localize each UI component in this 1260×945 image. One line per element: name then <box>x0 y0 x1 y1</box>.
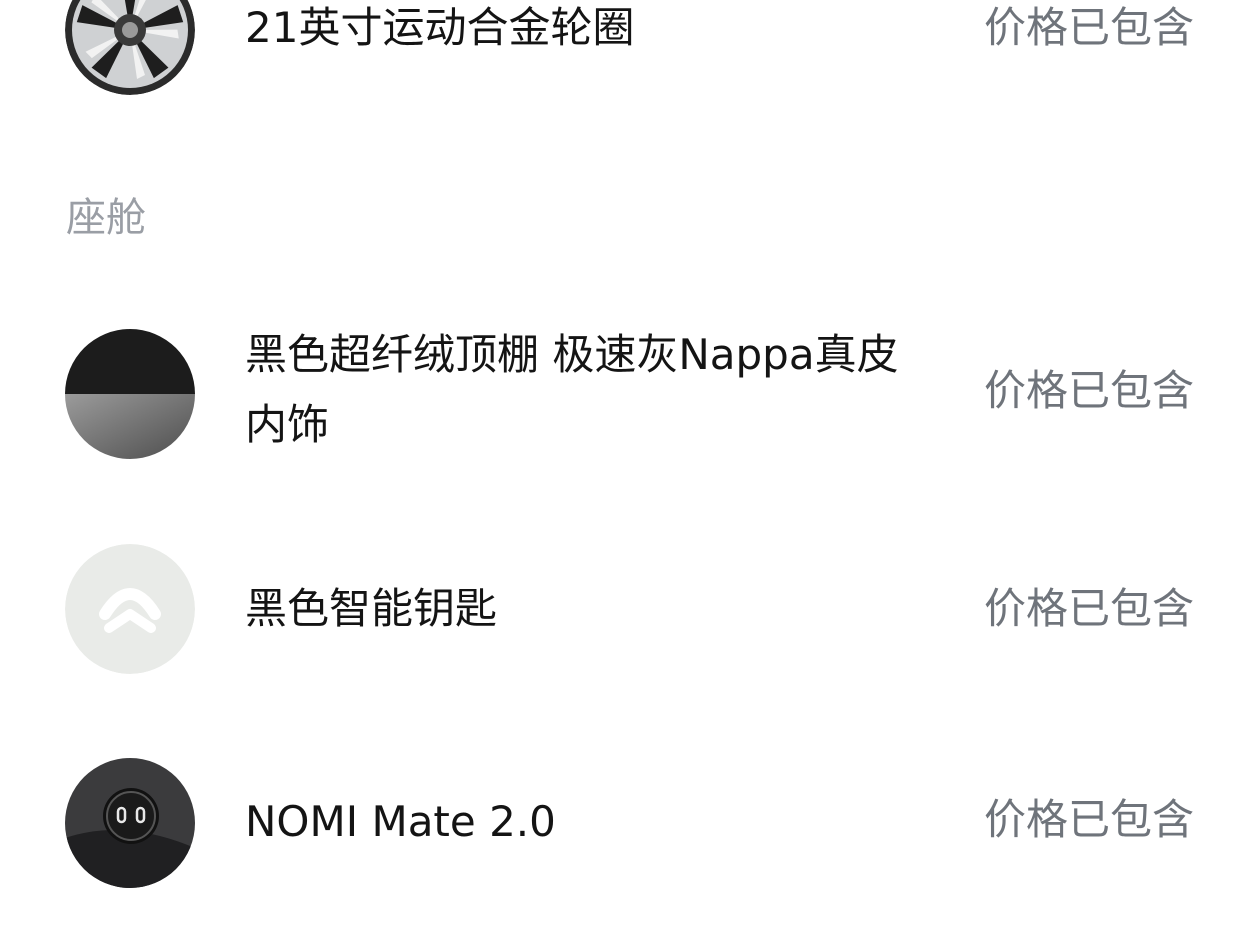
option-row-interior[interactable]: 黑色超纤绒顶棚 极速灰Nappa真皮内饰 价格已包含 <box>0 320 1260 470</box>
section-title-cabin: 座舱 <box>66 195 146 241</box>
alloy-wheel-icon <box>65 0 195 95</box>
price-included-label: 价格已包含 <box>983 366 1194 415</box>
option-row-wheel[interactable]: 21英寸运动合金轮圈 价格已包含 <box>0 0 1260 140</box>
option-row-smart-key[interactable]: 黑色智能钥匙 价格已包含 <box>0 540 1260 680</box>
option-name: 黑色智能钥匙 <box>245 584 498 633</box>
interior-swatch-icon <box>65 329 195 459</box>
option-name: 黑色超纤绒顶棚 极速灰Nappa真皮内饰 <box>245 330 899 449</box>
price-included-label: 价格已包含 <box>983 795 1194 844</box>
option-name: NOMI Mate 2.0 <box>245 797 556 846</box>
nio-key-icon <box>65 544 195 674</box>
option-name: 21英寸运动合金轮圈 <box>245 3 635 52</box>
nomi-mate-icon <box>65 758 195 888</box>
option-row-nomi-mate[interactable]: NOMI Mate 2.0 价格已包含 <box>0 755 1260 895</box>
price-included-label: 价格已包含 <box>983 3 1194 52</box>
price-included-label: 价格已包含 <box>983 584 1194 633</box>
